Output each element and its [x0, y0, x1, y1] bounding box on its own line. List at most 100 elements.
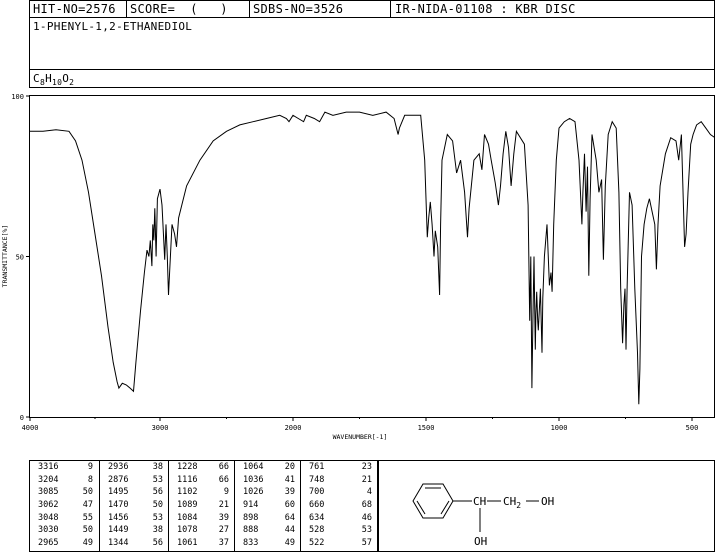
peak-transmittance: 21: [218, 500, 229, 511]
peak-wavenumber: 1470: [108, 500, 129, 511]
peak-transmittance: 64: [284, 512, 295, 523]
peak-row: 3085 50: [30, 486, 99, 499]
peak-wavenumber: 2965: [38, 538, 59, 549]
peak-column: 3316 9 3204 8 3085 50 3062 47 3048 55 3030 50 2965 49: [30, 461, 99, 551]
peak-wavenumber: 1064: [243, 462, 264, 472]
peak-transmittance: 39: [284, 487, 295, 498]
peak-row: 528 53: [301, 524, 378, 537]
peak-transmittance: 38: [152, 525, 163, 536]
peak-row: 1026 39: [235, 486, 301, 499]
oh-end-label: OH: [541, 495, 554, 508]
peak-row: 3316 9: [30, 461, 99, 474]
peak-transmittance: 37: [218, 538, 229, 549]
peak-transmittance: 27: [218, 525, 229, 536]
structure-box: CH CH2 OH OH: [378, 460, 715, 552]
y-tick-label-50: 50: [16, 254, 24, 262]
peak-transmittance: 53: [152, 474, 163, 485]
peak-column: 2936 38 2876 53 1495 56 1470 50 1456 53 1449 38 1344…: [99, 461, 169, 551]
x-tick-label-1500: 1500: [418, 424, 435, 432]
peak-transmittance: 39: [218, 512, 229, 523]
peak-transmittance: 56: [152, 487, 163, 498]
peak-table: 3316 9 3204 8 3085 50 3062 47 3048 55 3030 50 2965 49…: [29, 460, 378, 552]
peak-row: 2965 49: [30, 537, 99, 550]
peak-wavenumber: 1116: [177, 474, 198, 485]
y-tick-label-0: 0: [20, 414, 24, 422]
peak-transmittance: 50: [152, 500, 163, 511]
peak-row: 1228 66: [169, 461, 235, 474]
peak-row: 700 4: [301, 486, 378, 499]
peak-wavenumber: 2876: [108, 474, 129, 485]
peak-transmittance: 8: [87, 474, 93, 485]
peak-wavenumber: 898: [243, 512, 259, 523]
spectrum-line: [30, 111, 715, 405]
peak-row: 2936 38: [100, 461, 169, 474]
benzene-ring: [412, 483, 454, 519]
peak-wavenumber: 748: [309, 474, 325, 485]
peak-transmittance: 23: [361, 462, 372, 472]
peak-wavenumber: 3062: [38, 500, 59, 511]
peak-transmittance: 44: [284, 525, 295, 536]
peak-row: 914 60: [235, 499, 301, 512]
peak-wavenumber: 700: [309, 487, 325, 498]
peak-wavenumber: 3085: [38, 487, 59, 498]
peak-wavenumber: 1061: [177, 538, 198, 549]
peak-transmittance: 53: [152, 512, 163, 523]
peak-transmittance: 9: [223, 487, 229, 498]
peak-wavenumber: 2936: [108, 462, 129, 472]
peak-transmittance: 68: [361, 500, 372, 511]
peak-wavenumber: 1495: [108, 487, 129, 498]
peak-row: 522 57: [301, 537, 378, 550]
peak-transmittance: 56: [152, 538, 163, 549]
peak-row: 1064 20: [235, 461, 301, 474]
peak-transmittance: 41: [284, 474, 295, 485]
peak-wavenumber: 914: [243, 500, 259, 511]
peak-row: 1061 37: [169, 537, 235, 550]
x-tick-label-3000: 3000: [152, 424, 169, 432]
peak-wavenumber: 833: [243, 538, 259, 549]
peak-wavenumber: 1456: [108, 512, 129, 523]
peak-transmittance: 55: [82, 512, 93, 523]
peak-wavenumber: 522: [309, 538, 325, 549]
peak-wavenumber: 1036: [243, 474, 264, 485]
peak-transmittance: 46: [361, 512, 372, 523]
peak-row: 3030 50: [30, 524, 99, 537]
peak-wavenumber: 3204: [38, 474, 59, 485]
peak-row: 1495 56: [100, 486, 169, 499]
peak-wavenumber: 1449: [108, 525, 129, 536]
peak-row: 660 68: [301, 499, 378, 512]
peak-wavenumber: 3316: [38, 462, 59, 472]
peak-row: 1084 39: [169, 512, 235, 525]
peak-wavenumber: 660: [309, 500, 325, 511]
peak-transmittance: 9: [87, 462, 93, 472]
peak-transmittance: 50: [82, 487, 93, 498]
peak-column: 1228 66 1116 66 1102 9 1089 21 1084 39 1078 27 1061 3…: [168, 461, 235, 551]
peak-row: 1470 50: [100, 499, 169, 512]
peak-wavenumber: 528: [309, 525, 325, 536]
peak-row: 833 49: [235, 537, 301, 550]
peak-row: 1116 66: [169, 474, 235, 487]
peak-row: 1036 41: [235, 474, 301, 487]
peak-row: 888 44: [235, 524, 301, 537]
peak-column: 761 23 748 21 700 4 660 68 634 46 528 53 522 57: [300, 461, 378, 551]
peak-transmittance: 66: [218, 462, 229, 472]
peak-row: 1456 53: [100, 512, 169, 525]
peak-transmittance: 21: [361, 474, 372, 485]
peak-wavenumber: 1228: [177, 462, 198, 472]
ch-label: CH: [473, 495, 486, 508]
peak-row: 3048 55: [30, 512, 99, 525]
peak-transmittance: 47: [82, 500, 93, 511]
oh-sub-label: OH: [474, 535, 487, 548]
peak-transmittance: 20: [284, 462, 295, 472]
ch2-label: CH2: [503, 495, 521, 510]
peak-wavenumber: 1084: [177, 512, 198, 523]
peak-wavenumber: 761: [309, 462, 325, 472]
peak-transmittance: 38: [152, 462, 163, 472]
peak-transmittance: 66: [218, 474, 229, 485]
peak-row: 3062 47: [30, 499, 99, 512]
peak-wavenumber: 1026: [243, 487, 264, 498]
peak-row: 1078 27: [169, 524, 235, 537]
peak-row: 898 64: [235, 512, 301, 525]
x-tick-label-4000: 4000: [22, 424, 39, 432]
peak-row: 3204 8: [30, 474, 99, 487]
x-tick-label-2000: 2000: [285, 424, 302, 432]
